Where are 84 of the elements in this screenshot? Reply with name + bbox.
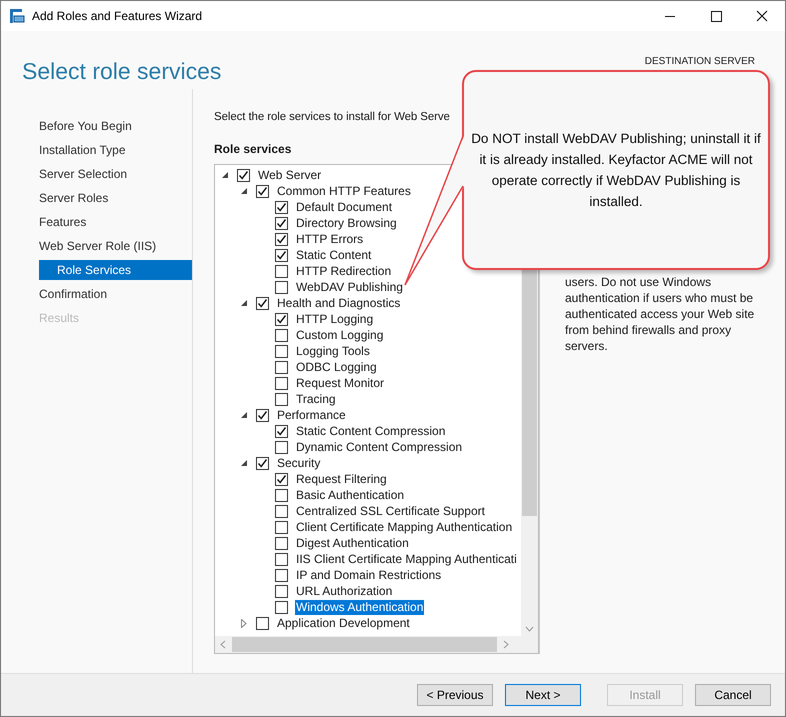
wizard-step[interactable]: Server Roles xyxy=(39,188,192,208)
checkbox[interactable] xyxy=(256,408,269,422)
tree-item[interactable]: Web Server xyxy=(257,168,322,182)
tree-item[interactable]: Tracing xyxy=(295,392,337,406)
tree-item[interactable]: Digest Authentication xyxy=(295,536,410,550)
callout-text: Do NOT install WebDAV Publishing; uninstall it if it is already installed. Keyfactor ACME will not operate correctly if WebDAV Publishing is installed. xyxy=(470,130,762,211)
checkbox[interactable] xyxy=(275,280,288,294)
checkbox[interactable] xyxy=(275,600,288,614)
page-title: Select role services xyxy=(22,58,222,86)
wizard-step[interactable]: Web Server Role (IIS) xyxy=(39,236,192,256)
checkbox[interactable] xyxy=(237,168,250,182)
tree-item[interactable]: Performance xyxy=(276,408,347,422)
wizard-step[interactable]: Role Services xyxy=(39,260,192,280)
tree-item[interactable]: ODBC Logging xyxy=(295,360,378,374)
checkbox[interactable] xyxy=(275,328,288,342)
wizard-step[interactable]: Installation Type xyxy=(39,140,192,160)
tree-item[interactable]: Windows Authentication xyxy=(295,600,424,614)
tree-item[interactable]: Client Certificate Mapping Authentication xyxy=(295,520,514,534)
checkbox[interactable] xyxy=(256,616,269,630)
instruction-text: Select the role services to install for Web Serve xyxy=(214,111,450,125)
tree-item[interactable]: HTTP Redirection xyxy=(295,264,392,278)
wizard-button[interactable]: Cancel xyxy=(695,684,771,706)
checkbox[interactable] xyxy=(275,504,288,518)
checkbox[interactable] xyxy=(256,456,269,470)
checkbox[interactable] xyxy=(275,376,288,390)
wizard-button[interactable]: < Previous xyxy=(417,684,493,706)
expand-icon[interactable] xyxy=(240,618,248,628)
checkbox[interactable] xyxy=(275,392,288,406)
tree-item[interactable]: Custom Logging xyxy=(295,328,384,342)
tree-item[interactable]: URL Authorization xyxy=(295,584,394,598)
wizard-step[interactable]: Features xyxy=(39,212,192,232)
checkbox[interactable] xyxy=(275,232,288,246)
checkbox[interactable] xyxy=(275,264,288,278)
wizard-step[interactable]: Confirmation xyxy=(39,284,192,304)
window-title: Add Roles and Features Wizard xyxy=(32,9,204,23)
tree-item[interactable]: HTTP Logging xyxy=(295,312,374,326)
tree-item[interactable]: Request Monitor xyxy=(295,376,386,390)
checkbox[interactable] xyxy=(275,488,288,502)
checkbox[interactable] xyxy=(275,440,288,454)
collapse-icon[interactable] xyxy=(240,187,248,195)
tree-item[interactable]: Centralized SSL Certificate Support xyxy=(295,504,486,518)
collapse-icon[interactable] xyxy=(240,411,248,419)
tree-item[interactable]: Common HTTP Features xyxy=(276,184,412,198)
collapse-icon[interactable] xyxy=(240,459,248,467)
wizard-step[interactable]: Before You Begin xyxy=(39,116,192,136)
checkbox[interactable] xyxy=(275,584,288,598)
checkbox[interactable] xyxy=(256,184,269,198)
tree-item[interactable]: IP and Domain Restrictions xyxy=(295,568,442,582)
collapse-icon[interactable] xyxy=(221,171,229,179)
checkbox[interactable] xyxy=(275,568,288,582)
tree-item[interactable]: Static Content Compression xyxy=(295,424,446,438)
tree-item[interactable]: Health and Diagnostics xyxy=(276,296,402,310)
checkbox[interactable] xyxy=(256,296,269,310)
tree-item[interactable]: Application Development xyxy=(276,616,411,630)
checkbox[interactable] xyxy=(275,216,288,230)
wizard-step[interactable]: Server Selection xyxy=(39,164,192,184)
checkbox[interactable] xyxy=(275,200,288,214)
checkbox[interactable] xyxy=(275,472,288,486)
checkbox[interactable] xyxy=(275,248,288,262)
tree-item[interactable]: Default Document xyxy=(295,200,394,214)
tree-item[interactable]: Logging Tools xyxy=(295,344,371,358)
collapse-icon[interactable] xyxy=(240,299,248,307)
checkbox[interactable] xyxy=(275,536,288,550)
list-heading: Role services xyxy=(214,142,292,156)
tree-item[interactable]: HTTP Errors xyxy=(295,232,364,246)
tree-item[interactable]: Directory Browsing xyxy=(295,216,398,230)
tree-item[interactable]: Static Content xyxy=(295,248,372,262)
checkbox[interactable] xyxy=(275,520,288,534)
tree-item[interactable]: WebDAV Publishing xyxy=(295,280,404,294)
wizard-button[interactable]: Next > xyxy=(505,684,581,706)
tree-item[interactable]: Security xyxy=(276,456,322,470)
checkbox[interactable] xyxy=(275,360,288,374)
vertical-scrollbar[interactable] xyxy=(521,269,538,636)
tree-item[interactable]: IIS Client Certificate Mapping Authenticati xyxy=(295,552,518,566)
tree-item[interactable]: Dynamic Content Compression xyxy=(295,440,464,454)
checkbox[interactable] xyxy=(275,552,288,566)
app-icon xyxy=(9,8,25,24)
tree-item[interactable]: Basic Authentication xyxy=(295,488,406,502)
tree-item[interactable]: Request Filtering xyxy=(295,472,388,486)
checkbox[interactable] xyxy=(275,344,288,358)
checkbox[interactable] xyxy=(275,312,288,326)
description-text: users. Do not use Windows authentication if users who must be authenticated access your Web site from behind firewalls and proxy servers. xyxy=(565,274,756,354)
destination-server-label: DESTINATION SERVER xyxy=(644,56,755,68)
checkbox[interactable] xyxy=(275,424,288,438)
